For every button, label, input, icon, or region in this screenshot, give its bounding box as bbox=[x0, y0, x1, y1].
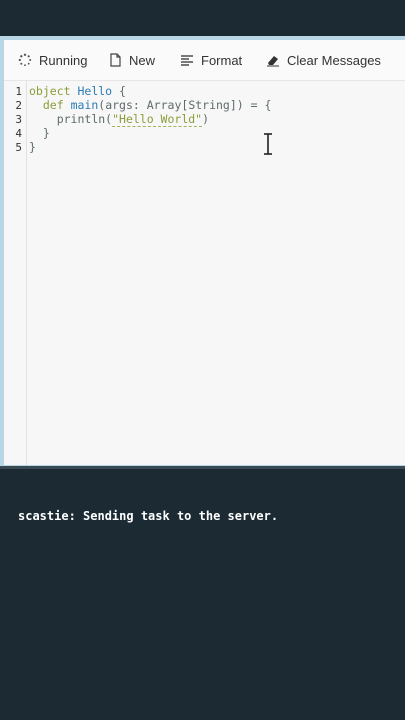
clear-messages-button[interactable]: Clear Messages bbox=[266, 40, 381, 80]
new-button[interactable]: New bbox=[108, 40, 155, 80]
line-number: 5 bbox=[15, 141, 22, 154]
brace: { bbox=[119, 84, 126, 98]
line-number-gutter: 1 2 3 4 5 bbox=[4, 81, 27, 465]
running-button[interactable]: Running bbox=[18, 40, 87, 80]
format-button[interactable]: Format bbox=[180, 40, 242, 80]
punctuation: ) bbox=[202, 112, 210, 126]
line-number: 2 bbox=[15, 99, 22, 112]
code-line-4: } bbox=[29, 126, 50, 140]
brace: } bbox=[29, 140, 36, 154]
punctuation: ]) = { bbox=[229, 98, 272, 112]
code-line-3: println("Hello World") bbox=[29, 112, 210, 127]
format-label: Format bbox=[201, 52, 243, 68]
eraser-icon bbox=[266, 53, 280, 67]
keyword: def bbox=[42, 98, 64, 112]
new-file-icon bbox=[108, 53, 122, 67]
string-literal: "Hello World" bbox=[112, 112, 203, 127]
keyword: object bbox=[29, 84, 71, 98]
identifier: Hello bbox=[77, 84, 113, 98]
code-line-5: } bbox=[29, 140, 36, 154]
type-name: String bbox=[188, 98, 230, 112]
top-bar bbox=[0, 0, 405, 36]
type-name: Array bbox=[146, 98, 182, 112]
console-panel: scastie: Sending task to the server. bbox=[4, 469, 405, 720]
clear-messages-label: Clear Messages bbox=[287, 52, 381, 68]
toolbar: Running New Format Clear Messages bbox=[4, 40, 405, 81]
code-editor[interactable]: 1 2 3 4 5 object Hello { def main(args: … bbox=[4, 81, 405, 465]
new-label: New bbox=[129, 52, 156, 68]
spinner-icon bbox=[18, 53, 32, 67]
line-number: 1 bbox=[15, 85, 22, 98]
text-cursor-icon bbox=[263, 133, 273, 155]
punctuation: (args: bbox=[98, 98, 147, 112]
running-label: Running bbox=[39, 52, 88, 68]
code-line-2: def main(args: Array[String]) = { bbox=[29, 98, 272, 112]
brace: } bbox=[42, 126, 50, 140]
line-number: 4 bbox=[15, 127, 22, 140]
identifier: main bbox=[70, 98, 99, 112]
code-line-1: object Hello { bbox=[29, 84, 126, 98]
line-number: 3 bbox=[15, 113, 22, 126]
function-call: println( bbox=[56, 112, 113, 126]
format-icon bbox=[180, 53, 194, 67]
console-message: scastie: Sending task to the server. bbox=[18, 509, 279, 523]
